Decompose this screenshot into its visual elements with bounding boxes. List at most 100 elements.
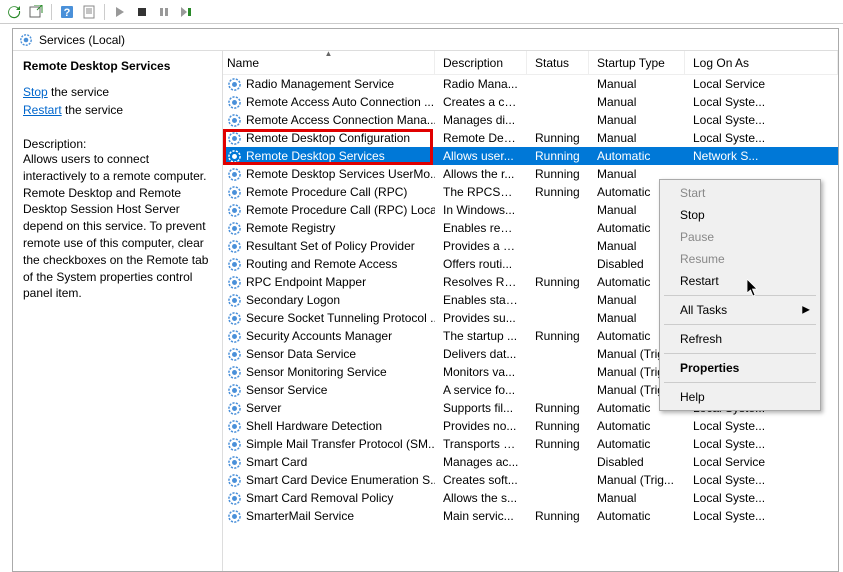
service-logon: Local Syste...	[685, 419, 838, 433]
service-startup: Automatic	[589, 149, 685, 163]
description-label: Description:	[23, 137, 212, 151]
service-name: Radio Management Service	[246, 77, 394, 91]
table-row[interactable]: Remote Desktop ConfigurationRemote Des..…	[223, 129, 838, 147]
stop-link[interactable]: Stop	[23, 85, 48, 99]
properties-button[interactable]	[79, 2, 99, 22]
column-name[interactable]: Name▲	[223, 51, 435, 74]
header-bar: Services (Local)	[13, 29, 838, 51]
service-desc: Allows the s...	[435, 491, 527, 505]
service-status: Running	[527, 419, 589, 433]
table-row[interactable]: Radio Management ServiceRadio Mana...Man…	[223, 75, 838, 93]
export-button[interactable]	[26, 2, 46, 22]
service-name: RPC Endpoint Mapper	[246, 275, 366, 289]
service-desc: Manages ac...	[435, 455, 527, 469]
menu-stop[interactable]: Stop	[662, 204, 818, 226]
service-icon	[227, 437, 242, 452]
start-button[interactable]	[110, 2, 130, 22]
service-name: Remote Desktop Services	[246, 149, 385, 163]
service-desc: The RPCSS ...	[435, 185, 527, 199]
service-logon: Local Syste...	[685, 131, 838, 145]
description-text: Allows users to connect interactively to…	[23, 151, 212, 302]
service-logon: Local Syste...	[685, 491, 838, 505]
service-icon	[227, 455, 242, 470]
service-logon: Local Service	[685, 455, 838, 469]
stop-button[interactable]	[132, 2, 152, 22]
table-row[interactable]: Shell Hardware DetectionProvides no...Ru…	[223, 417, 838, 435]
service-status: Running	[527, 509, 589, 523]
service-desc: Resolves RP...	[435, 275, 527, 289]
service-desc: Delivers dat...	[435, 347, 527, 361]
service-desc: Allows user...	[435, 149, 527, 163]
service-icon	[227, 311, 242, 326]
menu-pause: Pause	[662, 226, 818, 248]
service-icon	[227, 221, 242, 236]
column-startup[interactable]: Startup Type	[589, 51, 685, 74]
table-row[interactable]: Smart Card Removal PolicyAllows the s...…	[223, 489, 838, 507]
header-title: Services (Local)	[39, 33, 125, 47]
service-startup: Automatic	[589, 437, 685, 451]
service-name: Secure Socket Tunneling Protocol ...	[246, 311, 435, 325]
service-desc: Remote Des...	[435, 131, 527, 145]
service-icon	[227, 275, 242, 290]
column-description[interactable]: Description	[435, 51, 527, 74]
services-icon	[19, 33, 33, 47]
service-icon	[227, 131, 242, 146]
service-status: Running	[527, 131, 589, 145]
service-desc: A service fo...	[435, 383, 527, 397]
service-desc: Creates soft...	[435, 473, 527, 487]
service-name: Security Accounts Manager	[246, 329, 392, 343]
service-desc: Manages di...	[435, 113, 527, 127]
service-startup: Manual (Trig...	[589, 473, 685, 487]
details-pane: Remote Desktop Services Stop the service…	[13, 51, 223, 571]
service-name: Sensor Data Service	[246, 347, 356, 361]
service-desc: Enables rem...	[435, 221, 527, 235]
table-row[interactable]: Remote Access Auto Connection ...Creates…	[223, 93, 838, 111]
service-name: Remote Access Auto Connection ...	[246, 95, 434, 109]
service-desc: Main servic...	[435, 509, 527, 523]
service-name: Server	[246, 401, 281, 415]
pause-button[interactable]	[154, 2, 174, 22]
table-row[interactable]: Remote Access Connection Mana...Manages …	[223, 111, 838, 129]
column-logon[interactable]: Log On As	[685, 51, 838, 74]
service-status: Running	[527, 185, 589, 199]
service-title: Remote Desktop Services	[23, 59, 212, 73]
table-row[interactable]: Simple Mail Transfer Protocol (SM...Tran…	[223, 435, 838, 453]
help-button[interactable]: ?	[57, 2, 77, 22]
service-desc: Allows the r...	[435, 167, 527, 181]
menu-restart[interactable]: Restart	[662, 270, 818, 292]
menu-properties[interactable]: Properties	[662, 357, 818, 379]
main-panel: Services (Local) Remote Desktop Services…	[12, 28, 839, 572]
service-icon	[227, 185, 242, 200]
refresh-button[interactable]	[4, 2, 24, 22]
restart-button[interactable]	[176, 2, 196, 22]
service-desc: Offers routi...	[435, 257, 527, 271]
menu-all-tasks[interactable]: All Tasks▶	[662, 299, 818, 321]
service-startup: Manual	[589, 113, 685, 127]
service-startup: Manual	[589, 95, 685, 109]
service-status: Running	[527, 275, 589, 289]
table-row[interactable]: Smart Card Device Enumeration S...Create…	[223, 471, 838, 489]
service-desc: Monitors va...	[435, 365, 527, 379]
service-desc: Provides su...	[435, 311, 527, 325]
table-row[interactable]: Remote Desktop ServicesAllows user...Run…	[223, 147, 838, 165]
service-logon: Local Syste...	[685, 509, 838, 523]
service-icon	[227, 473, 242, 488]
service-icon	[227, 77, 242, 92]
service-logon: Local Syste...	[685, 437, 838, 451]
svg-text:?: ?	[64, 7, 71, 19]
service-name: Routing and Remote Access	[246, 257, 397, 271]
service-desc: Supports fil...	[435, 401, 527, 415]
table-row[interactable]: SmarterMail ServiceMain servic...Running…	[223, 507, 838, 525]
service-name: Sensor Monitoring Service	[246, 365, 387, 379]
service-desc: Enables star...	[435, 293, 527, 307]
restart-link[interactable]: Restart	[23, 103, 62, 117]
service-icon	[227, 491, 242, 506]
service-icon	[227, 347, 242, 362]
table-row[interactable]: Smart CardManages ac...DisabledLocal Ser…	[223, 453, 838, 471]
menu-refresh[interactable]: Refresh	[662, 328, 818, 350]
menu-help[interactable]: Help	[662, 386, 818, 408]
service-status: Running	[527, 329, 589, 343]
column-status[interactable]: Status	[527, 51, 589, 74]
service-startup: Manual	[589, 491, 685, 505]
service-icon	[227, 329, 242, 344]
